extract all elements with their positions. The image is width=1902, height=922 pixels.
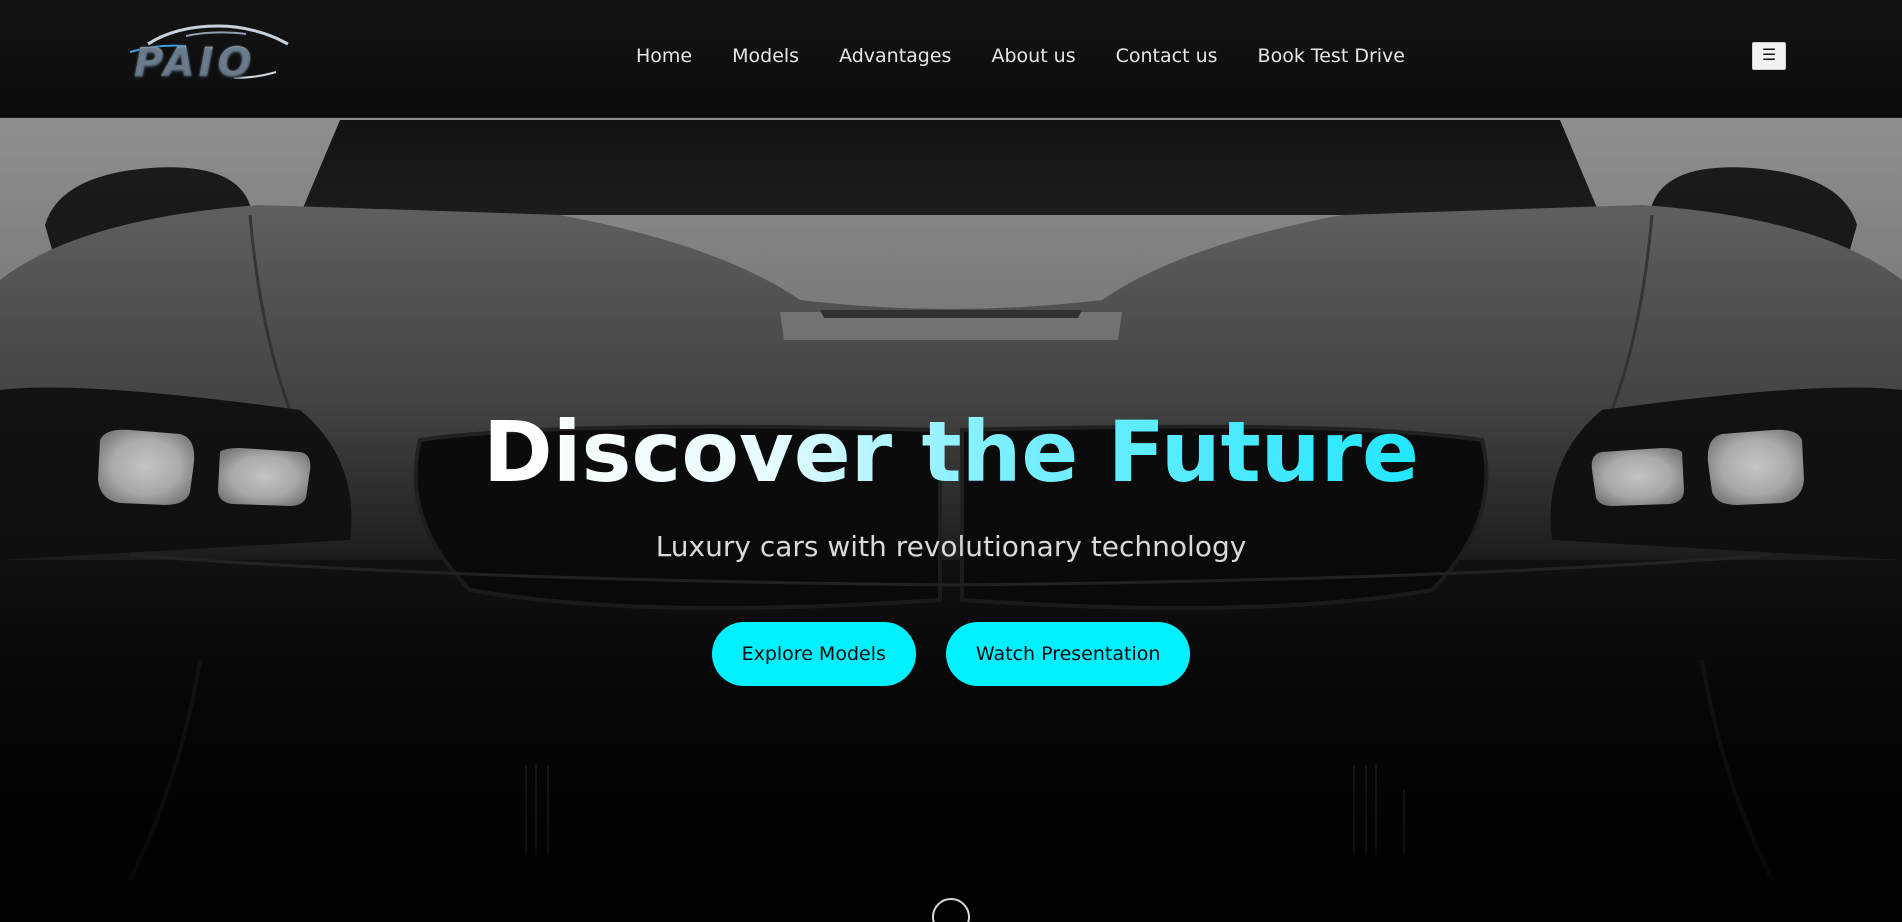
nav-link-contact-us[interactable]: Contact us bbox=[1116, 42, 1218, 70]
hero-title: Discover the Future bbox=[483, 400, 1419, 504]
navbar: PAIO Home Models Advantages About us Con… bbox=[0, 0, 1902, 118]
brand-logo-text: PAIO bbox=[134, 40, 256, 86]
nav-link-advantages[interactable]: Advantages bbox=[839, 42, 951, 70]
watch-presentation-button[interactable]: Watch Presentation bbox=[945, 622, 1191, 686]
page: PAIO Home Models Advantages About us Con… bbox=[0, 0, 1902, 922]
hero-subtitle: Luxury cars with revolutionary technolog… bbox=[655, 530, 1247, 563]
explore-models-button[interactable]: Explore Models bbox=[711, 622, 916, 686]
nav-link-home[interactable]: Home bbox=[636, 42, 692, 70]
brand-logo[interactable]: PAIO bbox=[126, 22, 294, 86]
nav-link-about-us[interactable]: About us bbox=[991, 42, 1075, 70]
nav-link-models[interactable]: Models bbox=[732, 42, 799, 70]
hamburger-icon[interactable]: ☰ bbox=[1752, 42, 1786, 70]
main-nav: Home Models Advantages About us Contact … bbox=[636, 42, 1405, 70]
nav-link-book-test-drive[interactable]: Book Test Drive bbox=[1258, 42, 1405, 70]
hero-section: Discover the Future Luxury cars with rev… bbox=[0, 400, 1902, 686]
hero-buttons: Explore Models Watch Presentation bbox=[0, 622, 1902, 686]
